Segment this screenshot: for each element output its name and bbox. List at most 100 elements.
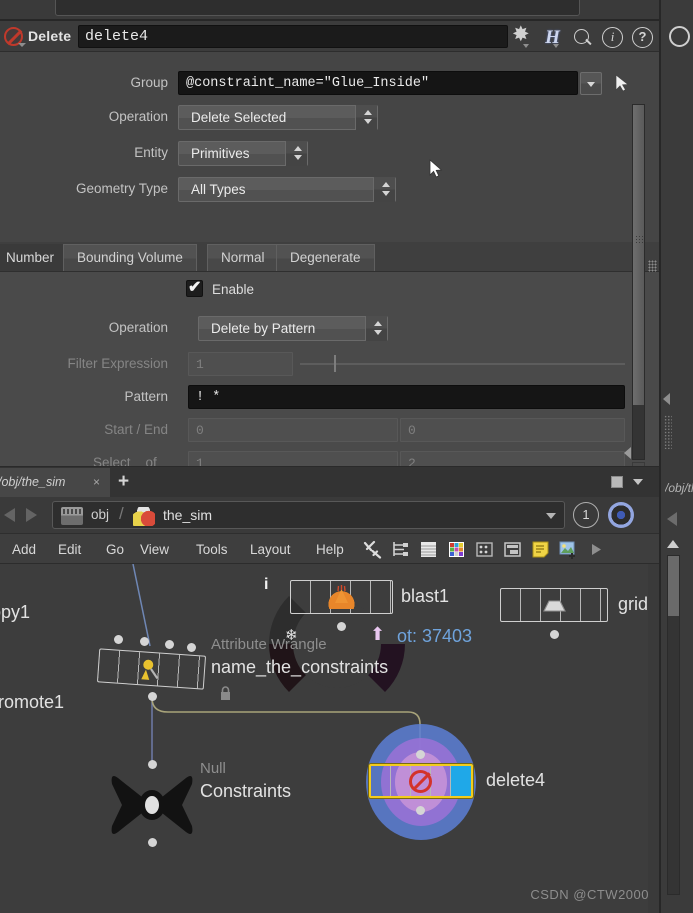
- pane-collapse-arrow-icon[interactable]: [624, 447, 631, 459]
- pattern-input[interactable]: [188, 385, 625, 409]
- node-wrangle-input-flag-1[interactable]: [140, 637, 149, 646]
- right-panel-tab-label[interactable]: /obj/the_sim: [665, 481, 693, 495]
- node-blast1-output-flag[interactable]: [337, 622, 346, 631]
- node-name-input[interactable]: [78, 25, 508, 48]
- network-path-obj[interactable]: obj: [91, 507, 109, 522]
- right-panel-scrollbar[interactable]: [667, 555, 680, 895]
- node-constraints[interactable]: [108, 772, 196, 838]
- right-panel-scrollbar-thumb[interactable]: [668, 556, 679, 616]
- sub-operation-menu[interactable]: Delete by Pattern: [198, 316, 388, 341]
- menu-go[interactable]: Go: [106, 534, 124, 565]
- upper-path-field[interactable]: obj / the_sim: [55, 0, 580, 16]
- operation-menu[interactable]: Delete Selected: [178, 105, 378, 130]
- network-path-field[interactable]: obj / the_sim: [52, 501, 565, 529]
- menu-help[interactable]: Help: [316, 534, 344, 565]
- network-back-arrow-icon[interactable]: [4, 508, 15, 522]
- filter-expression-slider-knob[interactable]: [334, 355, 336, 372]
- entity-menu-value: Primitives: [191, 146, 250, 161]
- maximize-pane-icon[interactable]: [611, 476, 623, 488]
- node-wrangle-input-flag-0[interactable]: [114, 635, 123, 644]
- right-panel-search-icon[interactable]: [669, 26, 690, 47]
- tab-number[interactable]: Number: [0, 244, 69, 271]
- add-image-icon[interactable]: [559, 540, 578, 559]
- pane-menu-chevron-icon[interactable]: [633, 479, 643, 485]
- node-grid-output-flag[interactable]: [550, 630, 559, 639]
- geometry-type-menu[interactable]: All Types: [178, 177, 396, 202]
- color-palette-icon[interactable]: [447, 540, 466, 559]
- group-select-pointer-icon[interactable]: [615, 74, 630, 92]
- node-wrangle-input-flag-2[interactable]: [165, 640, 174, 649]
- node-delete4-display-flag[interactable]: [451, 766, 471, 796]
- filter-expression-slider-track[interactable]: [300, 363, 625, 365]
- node-constraints-input-flag[interactable]: [148, 760, 157, 769]
- right-panel-forward-arrow-icon[interactable]: [667, 512, 677, 526]
- menu-tools[interactable]: Tools: [196, 534, 228, 565]
- node-delete4-input-flag[interactable]: [416, 750, 425, 759]
- node-blast1-label: blast1: [401, 586, 450, 606]
- menu-layout[interactable]: Layout: [250, 534, 291, 565]
- network-forward-arrow-icon[interactable]: [26, 508, 37, 522]
- parameter-scrollbar-thumb[interactable]: [633, 105, 644, 405]
- list-layers-icon[interactable]: [419, 540, 438, 559]
- parameter-folder-tabs: Number Bounding Volume Normal Degenerate: [0, 242, 659, 272]
- param-row-sub-operation: Operation Delete by Pattern: [0, 313, 640, 343]
- sticky-note-icon[interactable]: [531, 540, 550, 559]
- node-grid[interactable]: [500, 588, 608, 622]
- operation-menu-spinner-icon[interactable]: [355, 105, 377, 130]
- right-adjacent-panel: /obj/the_sim: [659, 0, 693, 913]
- node-name-the-constraints[interactable]: [96, 648, 207, 690]
- node-wrangle-input-flag-3[interactable]: [187, 643, 196, 652]
- node-constraints-output-flag[interactable]: [148, 838, 157, 847]
- network-tab-close-icon[interactable]: ×: [93, 468, 100, 496]
- network-tab[interactable]: /obj/the_sim ×: [0, 468, 110, 497]
- add-tab-button[interactable]: +: [118, 472, 129, 491]
- node-delete4[interactable]: [369, 764, 473, 798]
- node-wrangle-output-flag[interactable]: [148, 692, 157, 701]
- right-panel-scroll-up-icon[interactable]: [667, 540, 679, 548]
- search-icon[interactable]: [572, 27, 593, 48]
- param-label-start-end: Start / End: [104, 422, 168, 437]
- render-flag-icon[interactable]: [608, 502, 634, 528]
- node-type-chevron-icon[interactable]: [18, 43, 26, 47]
- tab-bounding-volume[interactable]: Bounding Volume: [63, 244, 197, 271]
- tab-normal[interactable]: Normal: [207, 244, 279, 271]
- grid-dots-icon[interactable]: [475, 540, 494, 559]
- node-delete4-output-flag[interactable]: [416, 806, 425, 815]
- network-path-current[interactable]: the_sim: [163, 507, 212, 523]
- tab-degenerate[interactable]: Degenerate: [276, 244, 375, 271]
- enable-checkbox[interactable]: [186, 277, 203, 297]
- entity-menu[interactable]: Primitives: [178, 141, 308, 166]
- tools-wrench-icon[interactable]: [363, 540, 382, 559]
- group-dropdown-button[interactable]: [580, 72, 602, 95]
- pane-resize-grip[interactable]: [648, 260, 657, 272]
- sub-operation-menu-spinner-icon[interactable]: [365, 316, 387, 341]
- help-icon[interactable]: ?: [632, 26, 653, 48]
- menu-edit[interactable]: Edit: [58, 534, 81, 565]
- group-input[interactable]: [178, 71, 578, 95]
- network-vertical-scrollbar[interactable]: [648, 564, 659, 913]
- houdini-h-icon[interactable]: H: [542, 27, 563, 48]
- display-number-badge[interactable]: 1: [573, 502, 599, 528]
- menu-view[interactable]: View: [140, 534, 169, 565]
- network-canvas[interactable]: i ❄ ⬆ blast1 ot: 37403 grid py1 Attribut…: [0, 564, 659, 913]
- parameter-scrollbar[interactable]: [632, 104, 645, 460]
- info-icon[interactable]: i: [602, 26, 623, 48]
- radial-info-icon[interactable]: i: [264, 576, 268, 594]
- radial-up-arrow-icon[interactable]: ⬆: [370, 624, 385, 645]
- node-blast1[interactable]: [290, 580, 393, 614]
- menu-add[interactable]: Add: [12, 534, 36, 565]
- filter-expression-input[interactable]: [188, 352, 293, 376]
- gear-icon[interactable]: [512, 22, 533, 48]
- hierarchy-icon[interactable]: [391, 540, 410, 559]
- snapshot-icon[interactable]: [503, 540, 522, 559]
- parameter-scrollbar-grip[interactable]: [635, 235, 643, 245]
- geometry-type-menu-spinner-icon[interactable]: [373, 177, 395, 202]
- right-panel-grip[interactable]: [664, 415, 672, 449]
- entity-menu-spinner-icon[interactable]: [285, 141, 307, 166]
- right-panel-collapse-arrow-icon[interactable]: [663, 393, 670, 405]
- param-label-operation: Operation: [108, 109, 168, 124]
- end-input[interactable]: [400, 418, 625, 442]
- network-path-dropdown-icon[interactable]: [546, 513, 556, 519]
- more-tools-arrow-icon[interactable]: [587, 540, 606, 559]
- start-input[interactable]: [188, 418, 398, 442]
